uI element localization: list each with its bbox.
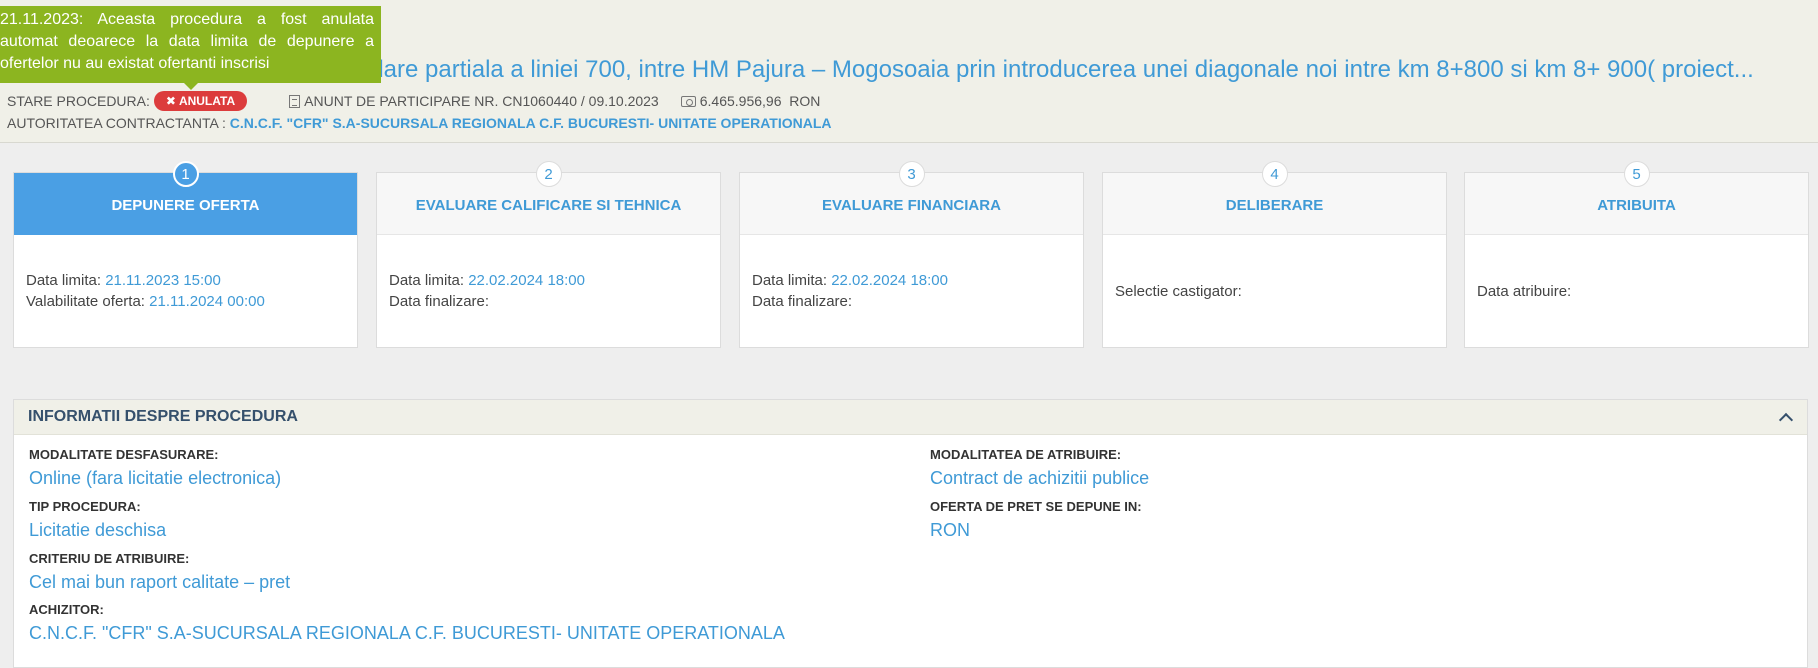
procedure-info-panel: INFORMATII DESPRE PROCEDURA MODALITATE D… bbox=[13, 399, 1808, 668]
step-body: Data limita: 22.02.2024 18:00 Data final… bbox=[740, 235, 1083, 347]
step-row-label: Data limita: bbox=[752, 272, 832, 289]
money-icon bbox=[680, 95, 696, 107]
field-label: TIP PROCEDURA: bbox=[29, 499, 141, 514]
field-value: Contract de achizitii publice bbox=[930, 468, 1150, 488]
panel-header[interactable]: INFORMATII DESPRE PROCEDURA bbox=[14, 400, 1807, 435]
step-row-label: Data atribuire: bbox=[1477, 282, 1572, 300]
stare-label: STARE PROCEDURA: bbox=[7, 93, 150, 109]
field-label: OFERTA DE PRET SE DEPUNE IN: bbox=[930, 499, 1142, 514]
field-label: ACHIZITOR: bbox=[29, 602, 104, 617]
step-row-label: Data limita: bbox=[389, 272, 469, 289]
close-icon: ✖ bbox=[165, 94, 176, 108]
step-depunere-oferta[interactable]: 1 DEPUNERE OFERTA Data limita: 21.11.202… bbox=[13, 161, 358, 348]
field-modalitate-atribuire: MODALITATEA DE ATRIBUIRE: Contract de ac… bbox=[930, 447, 1149, 490]
step-body: Data limita: 22.02.2024 18:00 Data final… bbox=[377, 235, 720, 347]
step-row-label: Data finalizare: bbox=[752, 293, 853, 310]
chevron-up-icon[interactable] bbox=[1778, 412, 1794, 428]
field-tip-procedura: TIP PROCEDURA: Licitatie deschisa bbox=[29, 499, 166, 542]
step-row-label: Data finalizare: bbox=[389, 293, 490, 310]
field-oferta-pret: OFERTA DE PRET SE DEPUNE IN: RON bbox=[930, 499, 1142, 542]
procedure-title[interactable]: olare partiala a liniei 700, intre HM Pa… bbox=[365, 56, 1815, 84]
field-value: Online (fara licitatie electronica) bbox=[29, 468, 282, 488]
field-criteriu-atribuire: CRITERIU DE ATRIBUIRE: Cel mai bun rapor… bbox=[29, 551, 290, 594]
field-modalitate-desfasurare: MODALITATE DESFASURARE: Online (fara lic… bbox=[29, 447, 281, 490]
field-value: RON bbox=[930, 520, 970, 540]
field-value: Cel mai bun raport calitate – pret bbox=[29, 572, 291, 592]
step-row-label: Selectie castigator: bbox=[1115, 282, 1242, 300]
step-evaluare-financiara[interactable]: 3 EVALUARE FINANCIARA Data limita: 22.02… bbox=[739, 161, 1084, 348]
cancellation-tooltip: 21.11.2023: Aceasta procedura a fost anu… bbox=[0, 6, 381, 83]
autoritate-label: AUTORITATEA CONTRACTANTA : bbox=[7, 115, 226, 131]
step-row-value: 22.02.2024 18:00 bbox=[468, 272, 585, 289]
step-deliberare[interactable]: 4 DELIBERARE Selectie castigator: bbox=[1102, 161, 1447, 348]
step-number: 3 bbox=[898, 161, 925, 187]
autoritate-link[interactable]: C.N.C.F. "CFR" S.A-SUCURSALA REGIONALA C… bbox=[230, 115, 832, 131]
status-badge-text: ANULATA bbox=[178, 94, 236, 108]
step-row-value: 21.11.2023 15:00 bbox=[105, 272, 221, 289]
field-achizitor: ACHIZITOR: C.N.C.F. "CFR" S.A-SUCURSALA … bbox=[29, 602, 785, 645]
valoare-text: 6.465.956,96 RON bbox=[699, 93, 821, 109]
status-badge: ✖ ANULATA bbox=[153, 91, 248, 111]
step-number: 5 bbox=[1623, 161, 1650, 187]
step-body: Data atribuire: bbox=[1465, 235, 1808, 347]
field-value: Licitatie deschisa bbox=[29, 520, 167, 540]
valoare-item: 6.465.956,96 RON bbox=[680, 93, 821, 109]
step-evaluare-calificare[interactable]: 2 EVALUARE CALIFICARE SI TEHNICA Data li… bbox=[376, 161, 721, 348]
anunt-text: ANUNT DE PARTICIPARE NR. CN1060440 / 09.… bbox=[304, 93, 659, 109]
document-icon bbox=[289, 94, 301, 108]
panel-title: INFORMATII DESPRE PROCEDURA bbox=[28, 408, 298, 425]
step-number: 2 bbox=[535, 161, 562, 187]
autoritate-row: AUTORITATEA CONTRACTANTA : C.N.C.F. "CFR… bbox=[7, 115, 832, 131]
tooltip-arrow bbox=[184, 83, 198, 90]
step-number: 4 bbox=[1261, 161, 1288, 187]
field-label: CRITERIU DE ATRIBUIRE: bbox=[29, 551, 190, 566]
field-label: MODALITATEA DE ATRIBUIRE: bbox=[930, 447, 1122, 462]
achizitor-link[interactable]: C.N.C.F. "CFR" S.A-SUCURSALA REGIONALA C… bbox=[29, 621, 785, 645]
step-row-label: Valabilitate oferta: bbox=[26, 293, 150, 310]
field-label: MODALITATE DESFASURARE: bbox=[29, 447, 219, 462]
step-row-value: 21.11.2024 00:00 bbox=[149, 293, 265, 310]
step-row-label: Data limita: bbox=[26, 272, 106, 289]
anunt-item: ANUNT DE PARTICIPARE NR. CN1060440 / 09.… bbox=[289, 93, 659, 109]
step-body: Data limita: 21.11.2023 15:00 Valabilita… bbox=[14, 235, 357, 347]
step-body: Selectie castigator: bbox=[1103, 235, 1446, 347]
step-number: 1 bbox=[172, 161, 199, 187]
procedure-meta-row: STARE PROCEDURA: ✖ ANULATA ANUNT DE PART… bbox=[7, 91, 821, 111]
procedure-steps: 1 DEPUNERE OFERTA Data limita: 21.11.202… bbox=[13, 161, 1809, 348]
step-row-value: 22.02.2024 18:00 bbox=[831, 272, 948, 289]
step-atribuita[interactable]: 5 ATRIBUITA Data atribuire: bbox=[1464, 161, 1809, 348]
